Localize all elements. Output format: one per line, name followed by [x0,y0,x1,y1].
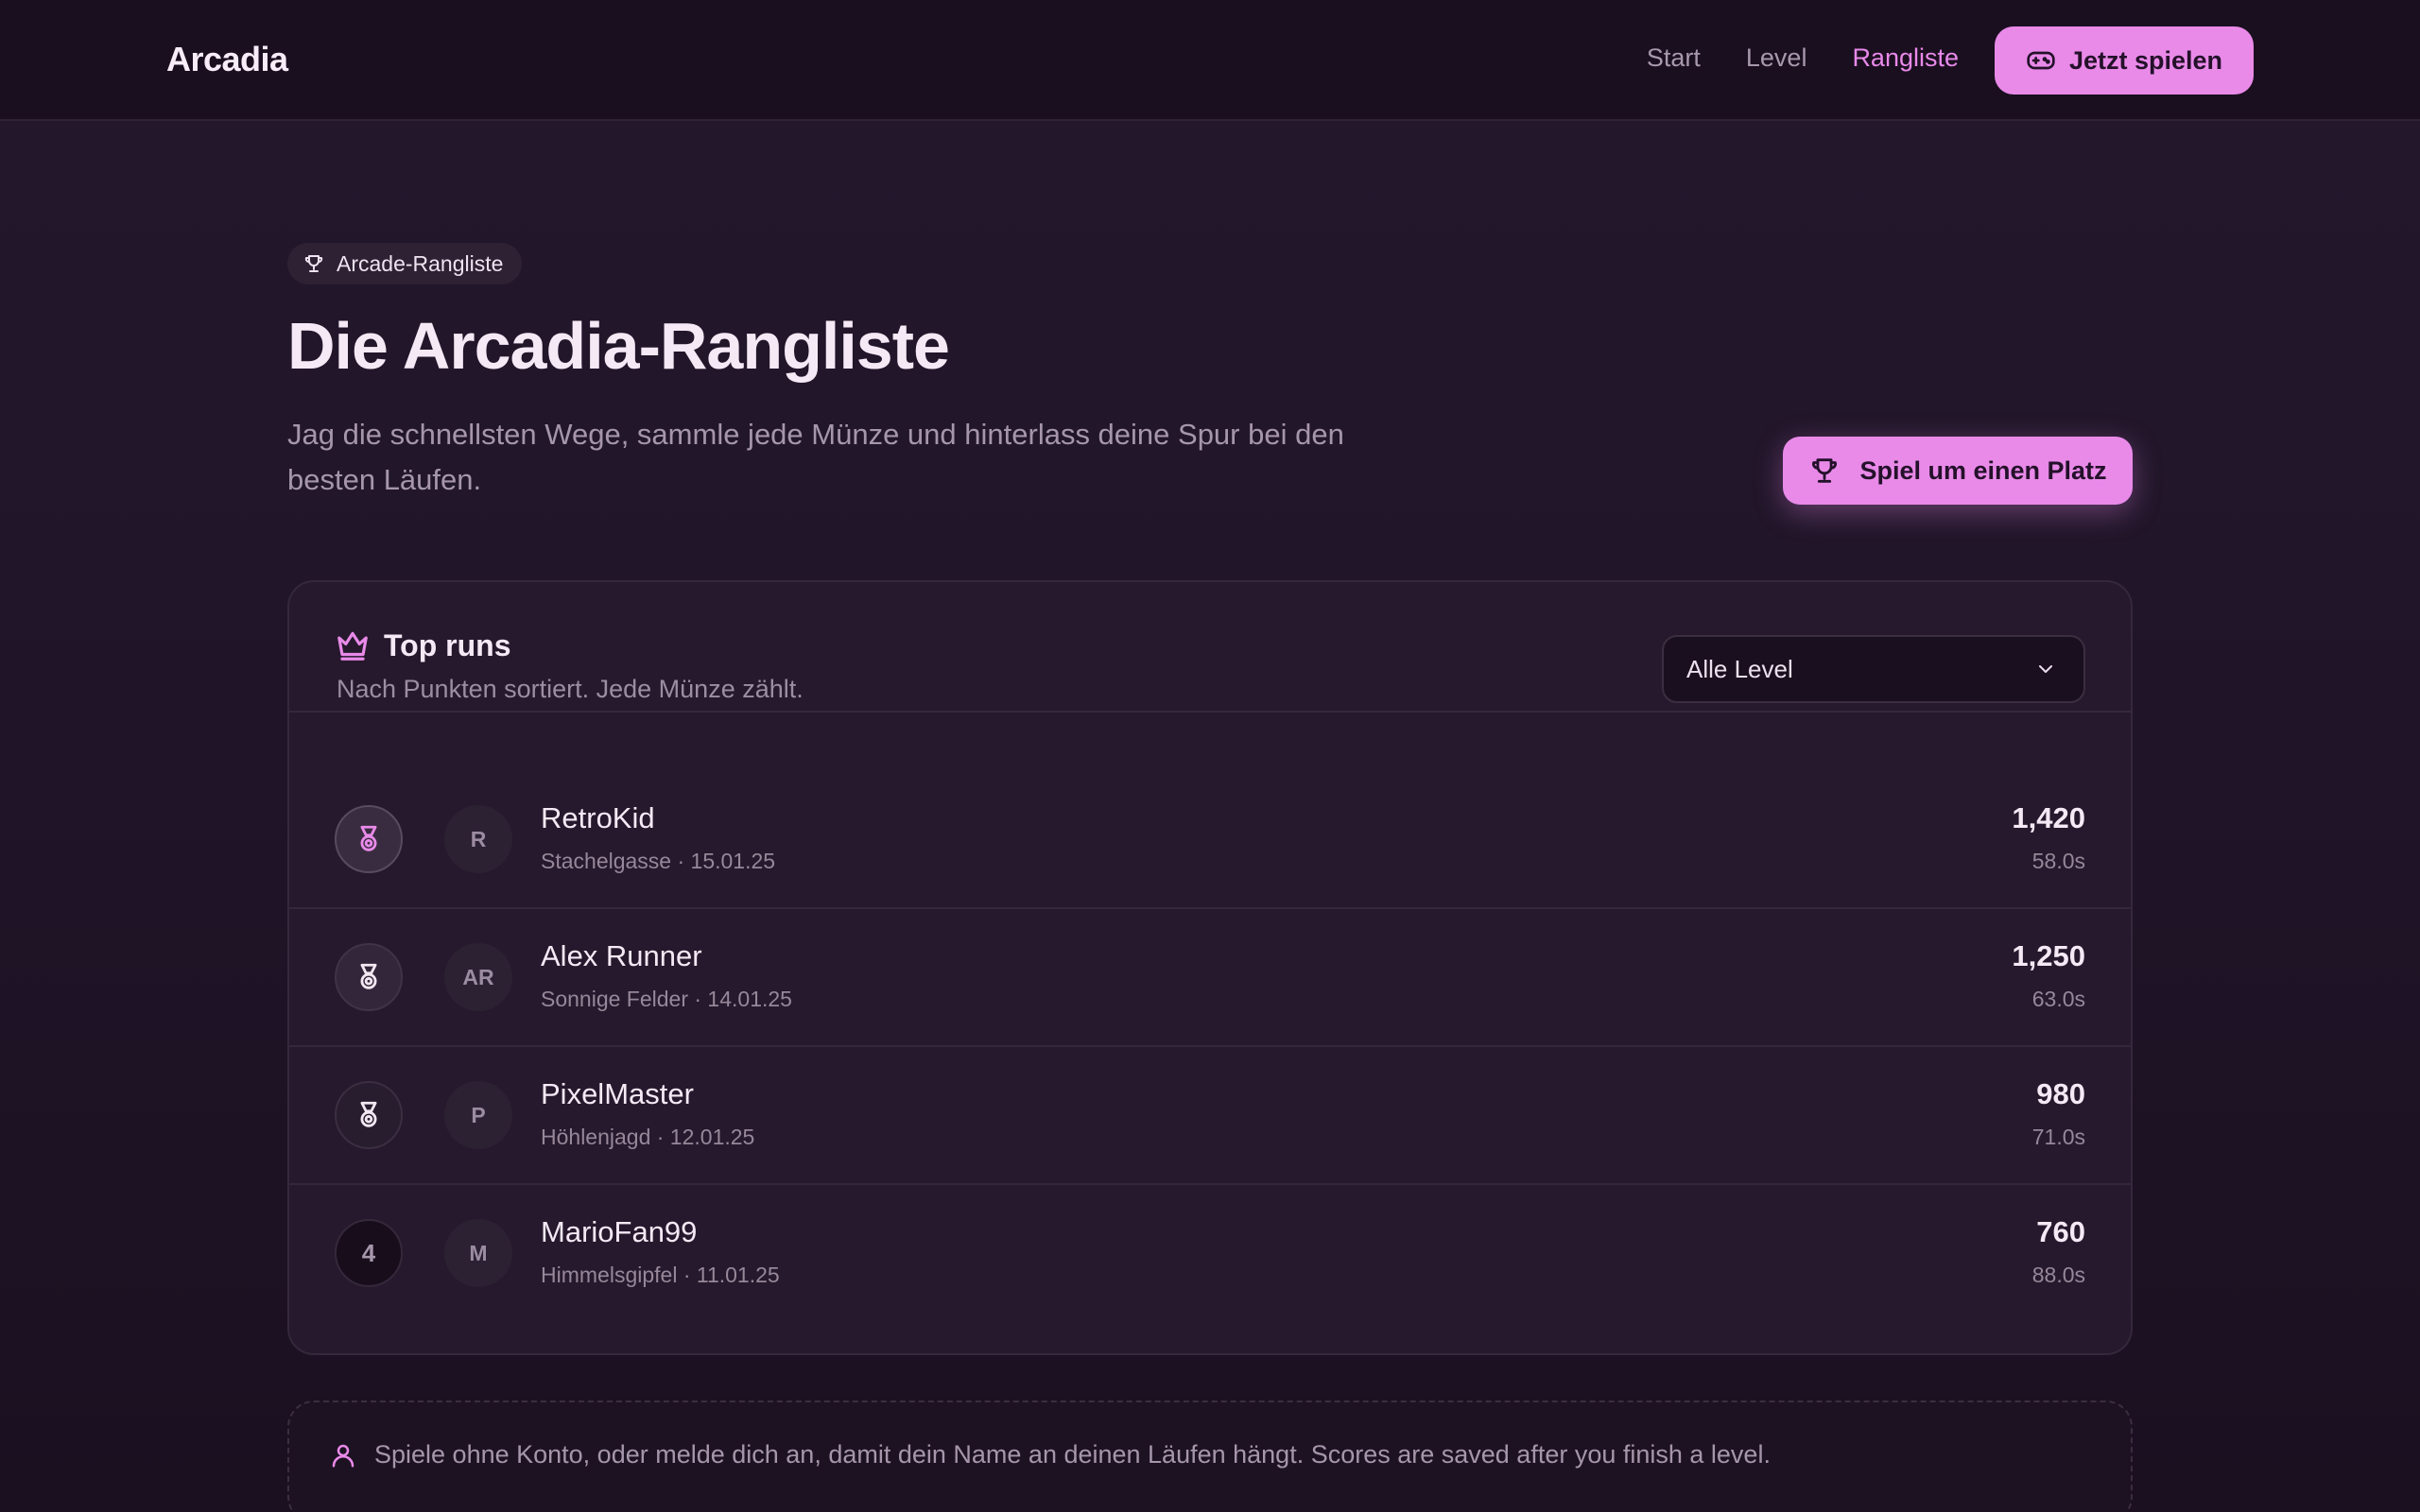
leaderboard-row[interactable]: AR Alex Runner Sonnige Felder · 14.01.25… [289,909,2131,1047]
leaderboard-header: Top runs Nach Punkten sortiert. Jede Mün… [289,582,2131,713]
leaderboard-subtitle: Nach Punkten sortiert. Jede Münze zählt. [337,675,804,703]
trophy-icon [304,255,323,272]
rank-badge [335,805,403,873]
run-meta: Stachelgasse · 15.01.25 [541,849,776,873]
level-filter-select[interactable]: Alle Level [1662,635,2085,703]
chevron-down-icon [2039,665,2052,673]
run-meta: Himmelsgipfel · 11.01.25 [541,1263,780,1287]
silver-medal-icon [360,963,377,989]
run-score: 1,420 [2012,801,2085,834]
run-time: 63.0s [2031,987,2085,1011]
leaderboard-card: Top runs Nach Punkten sortiert. Jede Mün… [287,580,2133,1355]
account-info-text: Spiele ohne Konto, oder melde dich an, d… [374,1440,1771,1469]
crown-icon [337,631,368,661]
run-score: 1,250 [2012,939,2085,972]
play-for-spot-label: Spiel um einen Platz [1859,455,2107,485]
account-info-box: Spiele ohne Konto, oder melde dich an, d… [287,1400,2133,1512]
section-pill-label: Arcade-Rangliste [337,250,504,276]
avatar: M [444,1219,512,1287]
player-name: PixelMaster [541,1077,694,1110]
top-navigation-bar: Arcadia Start Level Rangliste Jetzt spie… [0,0,2420,121]
run-meta: Sonnige Felder · 14.01.25 [541,987,792,1011]
rank-badge: 4 [335,1219,403,1287]
account-info-content: Spiele ohne Konto, oder melde dich an, d… [329,1440,1771,1469]
player-name: Alex Runner [541,939,702,972]
leaderboard-row[interactable]: P PixelMaster Höhlenjagd · 12.01.25 980 … [289,1047,2131,1185]
nav-item-level[interactable]: Level [1746,43,1807,73]
brand-logo[interactable]: Arcadia [166,40,288,79]
section-pill: Arcade-Rangliste [287,243,523,284]
play-now-label: Jetzt spielen [2068,45,2223,75]
run-meta: Höhlenjagd · 12.01.25 [541,1125,755,1149]
page-title: Die Arcadia-Rangliste [287,309,950,383]
rank-badge [335,1081,403,1149]
run-time: 71.0s [2031,1125,2085,1149]
leaderboard-title-text: Top runs [384,627,511,662]
avatar: AR [444,943,512,1011]
player-name: RetroKid [541,801,655,834]
play-now-button[interactable]: Jetzt spielen [1995,26,2254,94]
avatar: R [444,805,512,873]
leaderboard-title: Top runs [335,627,511,663]
run-time: 88.0s [2031,1263,2085,1287]
page-subtitle: Jag die schnellsten Wege, sammle jede Mü… [287,418,1344,496]
avatar: P [444,1081,512,1149]
gamepad-icon [2027,51,2055,70]
leaderboard-row[interactable]: 4 M MarioFan99 Himmelsgipfel · 11.01.25 … [289,1185,2131,1323]
main-nav: Start Level Rangliste [1647,43,1959,73]
leaderboard-row[interactable]: R RetroKid Stachelgasse · 15.01.25 1,420… [289,771,2131,909]
nav-item-rangliste[interactable]: Rangliste [1852,43,1959,73]
bronze-medal-icon [360,1101,377,1127]
run-score: 980 [2036,1077,2085,1110]
rank-badge [335,943,403,1011]
level-filter-value: Alle Level [1686,654,1793,683]
player-name: MarioFan99 [541,1215,698,1248]
trophy-icon [1812,458,1838,483]
run-score: 760 [2036,1215,2085,1248]
nav-item-start[interactable]: Start [1647,43,1701,73]
leaderboard-list: R RetroKid Stachelgasse · 15.01.25 1,420… [289,771,2131,1323]
user-icon [332,1444,354,1467]
run-time: 58.0s [2031,849,2085,873]
play-for-spot-button[interactable]: Spiel um einen Platz [1783,437,2133,505]
gold-medal-icon [360,825,377,851]
